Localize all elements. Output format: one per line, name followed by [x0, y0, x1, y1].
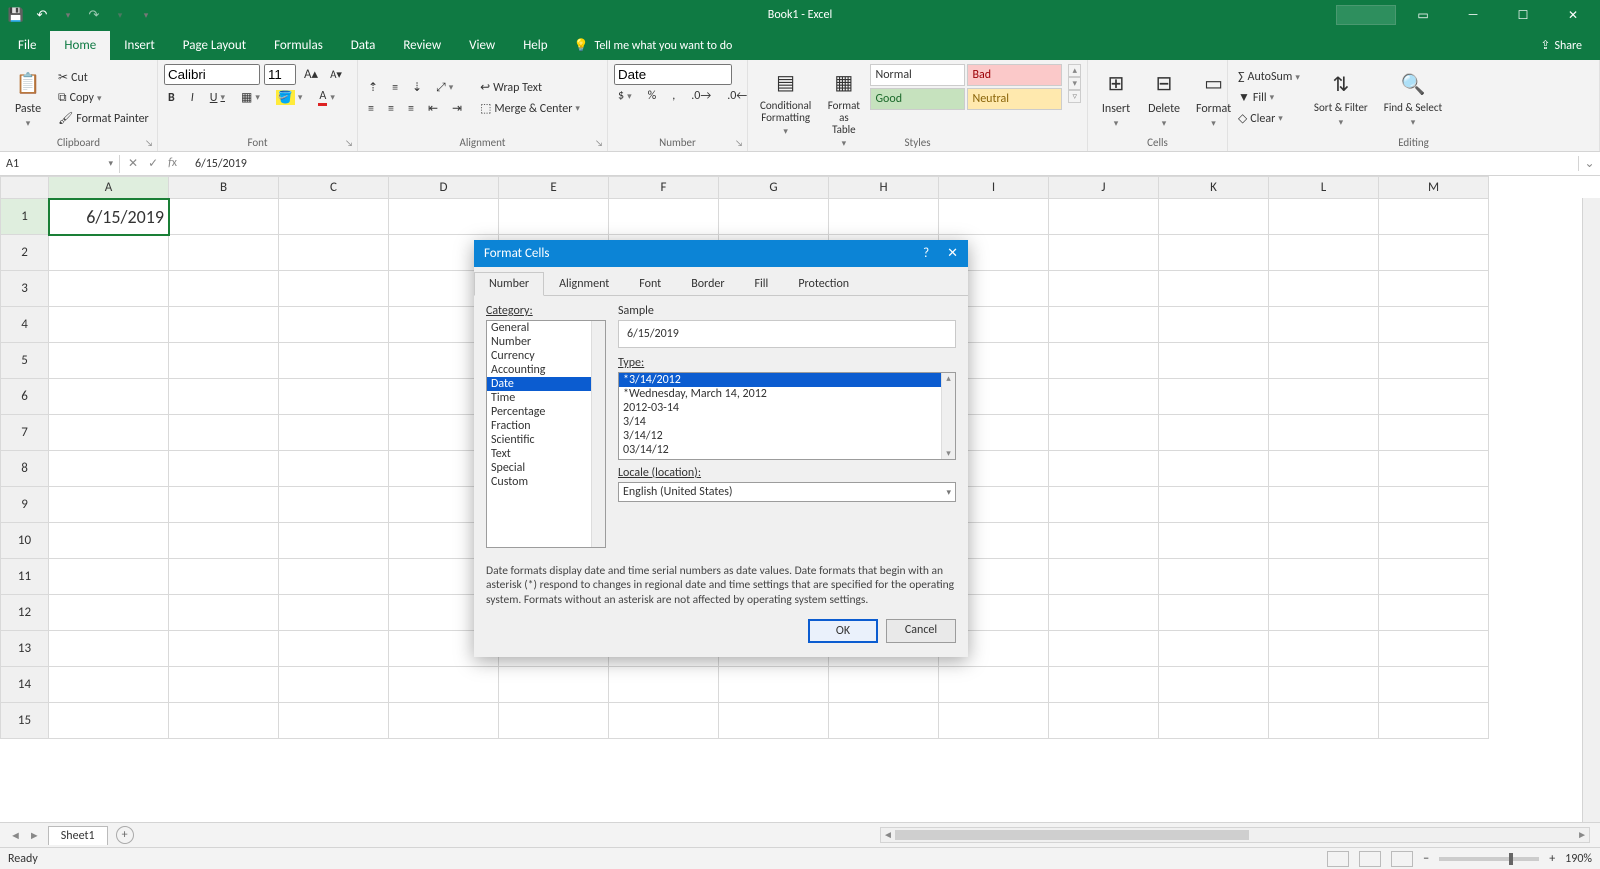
- dialog-tab-font[interactable]: Font: [624, 272, 676, 296]
- category-item[interactable]: Number: [487, 335, 605, 349]
- type-item[interactable]: *3/14/2012: [619, 373, 955, 387]
- dialog-tab-border[interactable]: Border: [676, 272, 739, 296]
- dialog-tab-alignment[interactable]: Alignment: [544, 272, 624, 296]
- ok-button[interactable]: OK: [808, 619, 878, 643]
- locale-combo[interactable]: English (United States) ▾: [618, 482, 956, 502]
- type-listbox[interactable]: *3/14/2012*Wednesday, March 14, 20122012…: [618, 372, 956, 460]
- dialog-description: Date formats display date and time seria…: [474, 558, 968, 609]
- cancel-button[interactable]: Cancel: [886, 619, 956, 643]
- category-item[interactable]: Time: [487, 391, 605, 405]
- dialog-title-bar[interactable]: Format Cells ? ✕: [474, 240, 968, 267]
- category-item[interactable]: General: [487, 321, 605, 335]
- category-label: Category:: [486, 304, 606, 318]
- dialog-help-icon[interactable]: ?: [923, 246, 929, 261]
- category-listbox[interactable]: GeneralNumberCurrencyAccountingDateTimeP…: [486, 320, 606, 548]
- sample-value: 6/15/2019: [618, 320, 956, 348]
- category-item[interactable]: Special: [487, 461, 605, 475]
- type-item[interactable]: 3/14: [619, 415, 955, 429]
- dialog-tab-protection[interactable]: Protection: [783, 272, 864, 296]
- type-item[interactable]: 03/14/12: [619, 443, 955, 457]
- type-item[interactable]: 14-Mar: [619, 457, 955, 460]
- type-item[interactable]: 2012-03-14: [619, 401, 955, 415]
- locale-value: English (United States): [623, 485, 733, 499]
- type-label: Type:: [618, 356, 956, 370]
- type-item[interactable]: 3/14/12: [619, 429, 955, 443]
- chevron-down-icon: ▾: [946, 487, 951, 498]
- category-item[interactable]: Fraction: [487, 419, 605, 433]
- category-item[interactable]: Currency: [487, 349, 605, 363]
- dialog-tabs: Number Alignment Font Border Fill Protec…: [474, 267, 968, 296]
- dialog-close-icon[interactable]: ✕: [947, 246, 958, 261]
- dialog-tab-number[interactable]: Number: [474, 272, 544, 296]
- dialog-title: Format Cells: [484, 246, 549, 261]
- dialog-tab-fill[interactable]: Fill: [740, 272, 784, 296]
- category-item[interactable]: Custom: [487, 475, 605, 489]
- listbox-scrollbar[interactable]: [591, 321, 605, 547]
- sample-label: Sample: [618, 304, 956, 318]
- category-item[interactable]: Percentage: [487, 405, 605, 419]
- locale-label: Locale (location):: [618, 466, 956, 480]
- listbox-scrollbar[interactable]: ▴ ▾: [941, 373, 955, 459]
- category-item[interactable]: Text: [487, 447, 605, 461]
- category-item[interactable]: Date: [487, 377, 605, 391]
- format-cells-dialog: Format Cells ? ✕ Number Alignment Font B…: [474, 240, 968, 657]
- type-item[interactable]: *Wednesday, March 14, 2012: [619, 387, 955, 401]
- category-item[interactable]: Scientific: [487, 433, 605, 447]
- category-item[interactable]: Accounting: [487, 363, 605, 377]
- modal-overlay: Format Cells ? ✕ Number Alignment Font B…: [0, 0, 1600, 869]
